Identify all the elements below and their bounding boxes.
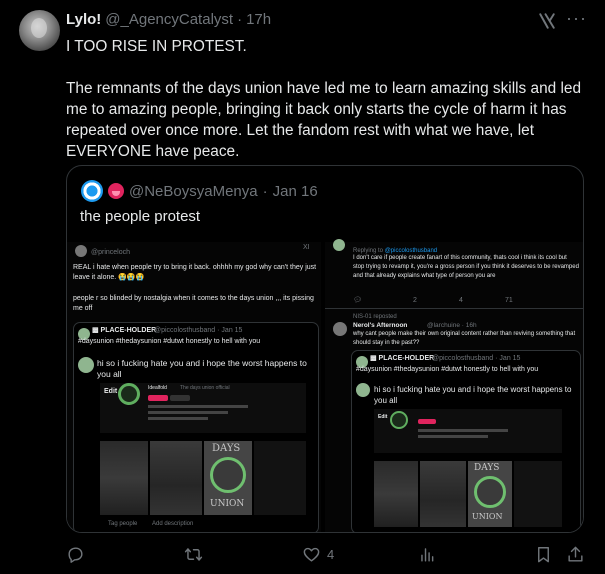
- left-inner-post: ▩ PLACE-HOLDER @piccolosthusband · Jan 1…: [73, 322, 319, 532]
- right-edit-label: Edit: [378, 414, 388, 420]
- tweet[interactable]: Lylo! @_AgencyCatalyst · 17h ··· I TOO R…: [0, 0, 605, 574]
- right-profile-preview: Edit: [374, 409, 562, 453]
- right-text1: I don't care if people create fanart of …: [353, 255, 579, 279]
- right-media-tile-2: [420, 461, 466, 527]
- like-button[interactable]: 4: [302, 545, 334, 564]
- right-days-text: DAYS: [474, 463, 500, 473]
- right-placeholder-name: ▩ PLACE-HOLDER: [370, 355, 435, 362]
- quote-timestamp[interactable]: Jan 16: [273, 183, 318, 200]
- right-union-text: UNION: [472, 512, 503, 521]
- tweet-header: Lylo! @_AgencyCatalyst · 17h: [66, 11, 271, 31]
- right-screenshot-pane: Replying to @piccolosthusband I don't ca…: [325, 239, 583, 532]
- like-icon: [303, 547, 320, 562]
- add-description: Add description: [152, 521, 194, 527]
- left-username: @princeloch: [91, 249, 131, 256]
- profile-sub: The days union official: [180, 385, 230, 391]
- profile-meta2: [148, 411, 228, 414]
- action-bar: 4: [0, 540, 605, 570]
- share-icon: [568, 546, 583, 562]
- retweet-icon: [184, 548, 203, 561]
- profile-preview: Edit Idealfold The days union official: [100, 383, 306, 433]
- follow-button: [148, 395, 168, 401]
- reply-icon: [68, 547, 83, 563]
- grok-icon[interactable]: [538, 12, 556, 30]
- left-screenshot-pane: @princeloch XI REAL i hate when people t…: [67, 242, 321, 532]
- reply-button[interactable]: [66, 545, 91, 564]
- right-days-ring: [474, 476, 506, 508]
- right-profile-meta2: [418, 435, 488, 438]
- right-follow-button: [418, 419, 436, 424]
- quoted-tweet[interactable]: @NeBoysyaMenya · Jan 16 the people prote…: [66, 165, 584, 533]
- nerol-text: why cant people make their own original …: [353, 331, 576, 346]
- tweet-text: I TOO RISE IN PROTEST. The remnants of t…: [66, 36, 591, 162]
- right-reply-icon: 💬︎: [353, 297, 362, 304]
- hate-text: hi so i fucking hate you and i hope the …: [97, 358, 307, 379]
- nerol-avatar: [333, 322, 347, 336]
- right-inner-post: ▩ PLACE-HOLDER @piccolosthusband · Jan 1…: [351, 350, 581, 532]
- right-divider: [325, 308, 583, 309]
- right-profile-meta: [418, 429, 508, 432]
- right-placeholder-handle: @piccolosthusband · Jan 15: [432, 355, 521, 362]
- days-text: DAYS: [212, 443, 241, 454]
- quote-separator: ·: [262, 182, 268, 200]
- retweet-button[interactable]: [184, 545, 209, 564]
- right-hate-avatar: [356, 383, 370, 397]
- bookmark-button[interactable]: [534, 545, 553, 564]
- profile-ring: [118, 383, 140, 405]
- hate-avatar: [78, 357, 94, 373]
- avatar[interactable]: [19, 10, 60, 51]
- separator: ·: [237, 11, 243, 28]
- display-name[interactable]: Lylo!: [66, 11, 101, 28]
- right-media-tile-4: [514, 461, 562, 527]
- tweet-text-body: The remnants of the days union have led …: [66, 80, 582, 160]
- quote-header: @NeBoysyaMenya · Jan 16: [81, 180, 318, 202]
- left-text1: REAL i hate when people try to bring it …: [73, 264, 317, 281]
- quote-avatar[interactable]: [81, 180, 103, 202]
- right-avatar: [333, 239, 345, 251]
- views-button[interactable]: [418, 545, 443, 564]
- right-profile-ring: [390, 411, 408, 429]
- tongue-emoji-icon: [108, 183, 124, 199]
- share-button[interactable]: [566, 545, 585, 564]
- left-icon-label: XI: [303, 244, 310, 251]
- right-views-count: 71: [505, 297, 513, 304]
- left-text2: people r so blinded by nostalgia when it…: [73, 295, 314, 312]
- union-text: UNION: [210, 499, 245, 509]
- days-ring: [210, 457, 246, 493]
- placeholder-hashtags: #daysunion #thedaysunion #dutwt honestly…: [78, 338, 261, 345]
- media-tile-days: DAYS UNION: [204, 441, 252, 515]
- profile-meta: [148, 405, 248, 408]
- media-tile-1: [100, 441, 148, 515]
- right-media-tile-1: [374, 461, 418, 527]
- right-hate-text: hi so i fucking hate you and i hope the …: [374, 385, 572, 405]
- left-avatar: [75, 245, 87, 257]
- quote-text: the people protest: [80, 208, 201, 225]
- like-count: 4: [327, 547, 335, 562]
- views-icon: [421, 548, 434, 562]
- media-tile-2: [150, 441, 202, 515]
- quote-media-image[interactable]: @princeloch XI REAL i hate when people t…: [67, 239, 583, 532]
- right-retweet-count: 2: [413, 297, 417, 304]
- timestamp[interactable]: 17h: [246, 11, 271, 28]
- media-tile-4: [254, 441, 306, 515]
- bookmark-icon: [538, 547, 549, 563]
- right-hashtags: #daysunion #thedaysunion #dutwt honestly…: [356, 366, 539, 373]
- more-icon[interactable]: ···: [566, 8, 587, 29]
- right-like-count: 4: [459, 297, 463, 304]
- right-media-tile-days: DAYS UNION: [468, 461, 512, 527]
- placeholder-handle: @piccolosthusband · Jan 15: [154, 327, 243, 334]
- tweet-text-line1: I TOO RISE IN PROTEST.: [66, 38, 247, 55]
- placeholder-name: ▩ PLACE-HOLDER: [92, 327, 157, 334]
- message-button: [170, 395, 190, 401]
- edit-label: Edit: [104, 388, 118, 395]
- tag-people: Tag people: [108, 521, 138, 527]
- profile-meta3: [148, 417, 208, 420]
- profile-name: Idealfold: [148, 385, 167, 391]
- quote-handle[interactable]: @NeBoysyaMenya: [129, 183, 258, 200]
- handle[interactable]: @_AgencyCatalyst: [105, 11, 233, 28]
